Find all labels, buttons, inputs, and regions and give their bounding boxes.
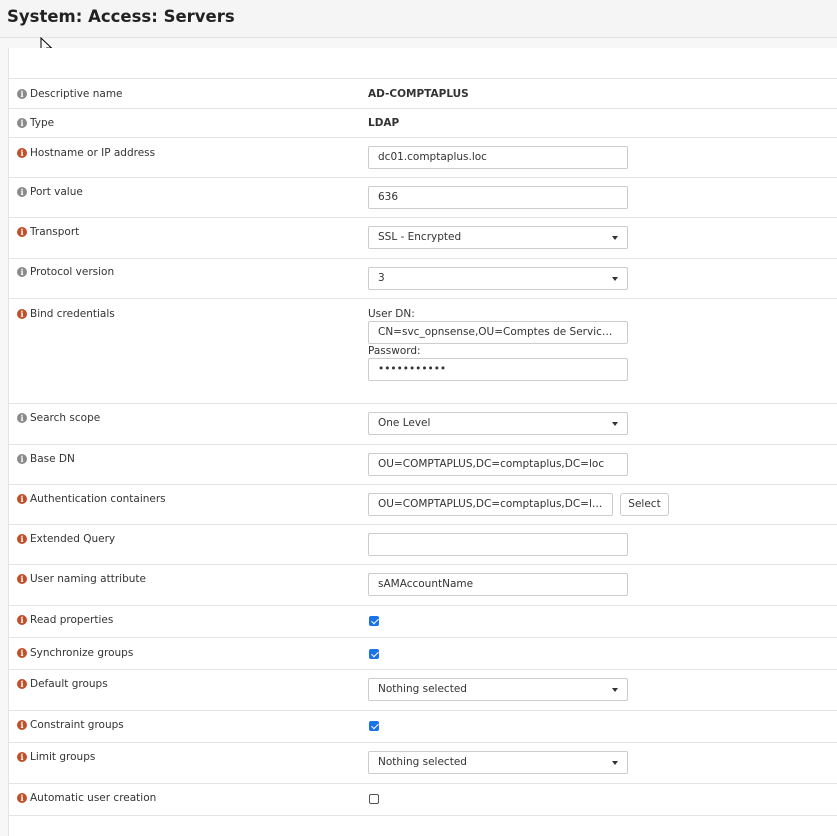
auth-containers-input[interactable]: OU=COMPTAPLUS,DC=comptaplus,DC=loc bbox=[368, 493, 613, 516]
hostname-input[interactable]: dc01.comptaplus.loc bbox=[368, 146, 628, 169]
extended-query-input[interactable] bbox=[368, 533, 628, 556]
chevron-down-icon bbox=[612, 277, 618, 281]
search-scope-select[interactable]: One Level bbox=[368, 412, 628, 435]
limit-groups-label: Limit groups bbox=[30, 751, 96, 763]
type-label: Type bbox=[30, 117, 55, 129]
default-groups-select[interactable]: Nothing selected bbox=[368, 678, 628, 701]
row-user-naming-attribute: i User naming attribute sAMAccountName bbox=[9, 564, 837, 605]
info-icon[interactable]: i bbox=[17, 454, 27, 464]
limit-groups-selected-value: Nothing selected bbox=[378, 756, 467, 768]
row-next-partial bbox=[9, 815, 837, 836]
read-properties-checkbox[interactable] bbox=[369, 616, 379, 626]
info-icon[interactable]: i bbox=[17, 752, 27, 762]
default-groups-selected-value: Nothing selected bbox=[378, 683, 467, 695]
search-scope-selected-value: One Level bbox=[378, 417, 431, 429]
info-icon[interactable]: i bbox=[17, 793, 27, 803]
read-properties-label: Read properties bbox=[30, 614, 114, 626]
row-auth-containers: i Authentication containers OU=COMPTAPLU… bbox=[9, 484, 837, 524]
row-base-dn: i Base DN OU=COMPTAPLUS,DC=comptaplus,DC… bbox=[9, 444, 837, 484]
descriptive-name-label: Descriptive name bbox=[30, 88, 123, 100]
password-input[interactable]: ••••••••••• bbox=[368, 358, 628, 381]
synchronize-groups-checkbox[interactable] bbox=[369, 649, 379, 659]
row-extended-query: i Extended Query bbox=[9, 524, 837, 564]
base-dn-input[interactable]: OU=COMPTAPLUS,DC=comptaplus,DC=loc bbox=[368, 453, 628, 476]
user-naming-attribute-input[interactable]: sAMAccountName bbox=[368, 573, 628, 596]
info-icon[interactable]: i bbox=[17, 720, 27, 730]
constraint-groups-checkbox[interactable] bbox=[369, 721, 379, 731]
constraint-groups-label: Constraint groups bbox=[30, 719, 124, 731]
protocol-version-selected-value: 3 bbox=[378, 272, 385, 284]
info-icon[interactable]: i bbox=[17, 227, 27, 237]
row-synchronize-groups: i Synchronize groups bbox=[9, 637, 837, 669]
row-port: i Port value 636 bbox=[9, 177, 837, 217]
hostname-label: Hostname or IP address bbox=[30, 147, 156, 159]
port-input[interactable]: 636 bbox=[368, 186, 628, 209]
user-naming-attribute-label: User naming attribute bbox=[30, 573, 146, 585]
auth-containers-label: Authentication containers bbox=[30, 493, 166, 505]
row-automatic-user-creation: i Automatic user creation bbox=[9, 783, 837, 815]
row-limit-groups: i Limit groups Nothing selected bbox=[9, 742, 837, 783]
row-bind-credentials: i Bind credentials User DN: CN=svc_opnse… bbox=[9, 298, 837, 403]
row-hostname: i Hostname or IP address dc01.comptaplus… bbox=[9, 137, 837, 177]
page-title: System: Access: Servers bbox=[7, 7, 235, 26]
page-header: System: Access: Servers bbox=[0, 0, 837, 38]
chevron-down-icon bbox=[612, 422, 618, 426]
row-read-properties: i Read properties bbox=[9, 605, 837, 637]
info-icon[interactable]: i bbox=[17, 615, 27, 625]
select-containers-button[interactable]: Select bbox=[620, 493, 669, 516]
row-default-groups: i Default groups Nothing selected bbox=[9, 669, 837, 710]
bind-credentials-label: Bind credentials bbox=[30, 308, 115, 320]
extended-query-label: Extended Query bbox=[30, 533, 116, 545]
protocol-version-select[interactable]: 3 bbox=[368, 267, 628, 290]
user-dn-label: User DN: bbox=[368, 308, 415, 320]
row-protocol-version: i Protocol version 3 bbox=[9, 258, 837, 298]
info-icon[interactable]: i bbox=[17, 267, 27, 277]
server-form-panel: i Descriptive name AD-COMPTAPLUS i Type … bbox=[8, 48, 837, 836]
password-label: Password: bbox=[368, 345, 421, 357]
info-icon[interactable]: i bbox=[17, 534, 27, 544]
transport-label: Transport bbox=[30, 226, 80, 238]
info-icon[interactable]: i bbox=[17, 118, 27, 128]
type-value: LDAP bbox=[368, 117, 400, 129]
info-icon[interactable]: i bbox=[17, 679, 27, 689]
info-icon[interactable]: i bbox=[17, 413, 27, 423]
transport-selected-value: SSL - Encrypted bbox=[378, 231, 462, 243]
base-dn-label: Base DN bbox=[30, 453, 75, 465]
info-icon[interactable]: i bbox=[17, 309, 27, 319]
row-type: i Type LDAP bbox=[9, 108, 837, 137]
default-groups-label: Default groups bbox=[30, 678, 108, 690]
row-search-scope: i Search scope One Level bbox=[9, 403, 837, 444]
row-constraint-groups: i Constraint groups bbox=[9, 710, 837, 742]
info-icon[interactable]: i bbox=[17, 648, 27, 658]
descriptive-name-value: AD-COMPTAPLUS bbox=[368, 88, 469, 100]
transport-select[interactable]: SSL - Encrypted bbox=[368, 226, 628, 249]
row-descriptive-name: i Descriptive name AD-COMPTAPLUS bbox=[9, 78, 837, 108]
search-scope-label: Search scope bbox=[30, 412, 101, 424]
port-label: Port value bbox=[30, 186, 83, 198]
info-icon[interactable]: i bbox=[17, 187, 27, 197]
synchronize-groups-label: Synchronize groups bbox=[30, 647, 134, 659]
info-icon[interactable]: i bbox=[17, 574, 27, 584]
protocol-version-label: Protocol version bbox=[30, 266, 115, 278]
info-icon[interactable]: i bbox=[17, 148, 27, 158]
user-dn-input[interactable]: CN=svc_opnsense,OU=Comptes de Service,OU… bbox=[368, 321, 628, 344]
info-icon[interactable]: i bbox=[17, 494, 27, 504]
chevron-down-icon bbox=[612, 236, 618, 240]
limit-groups-select[interactable]: Nothing selected bbox=[368, 751, 628, 774]
row-transport: i Transport SSL - Encrypted bbox=[9, 217, 837, 258]
info-icon[interactable]: i bbox=[17, 89, 27, 99]
automatic-user-creation-label: Automatic user creation bbox=[30, 792, 157, 804]
chevron-down-icon bbox=[612, 761, 618, 765]
automatic-user-creation-checkbox[interactable] bbox=[369, 794, 379, 804]
chevron-down-icon bbox=[612, 688, 618, 692]
